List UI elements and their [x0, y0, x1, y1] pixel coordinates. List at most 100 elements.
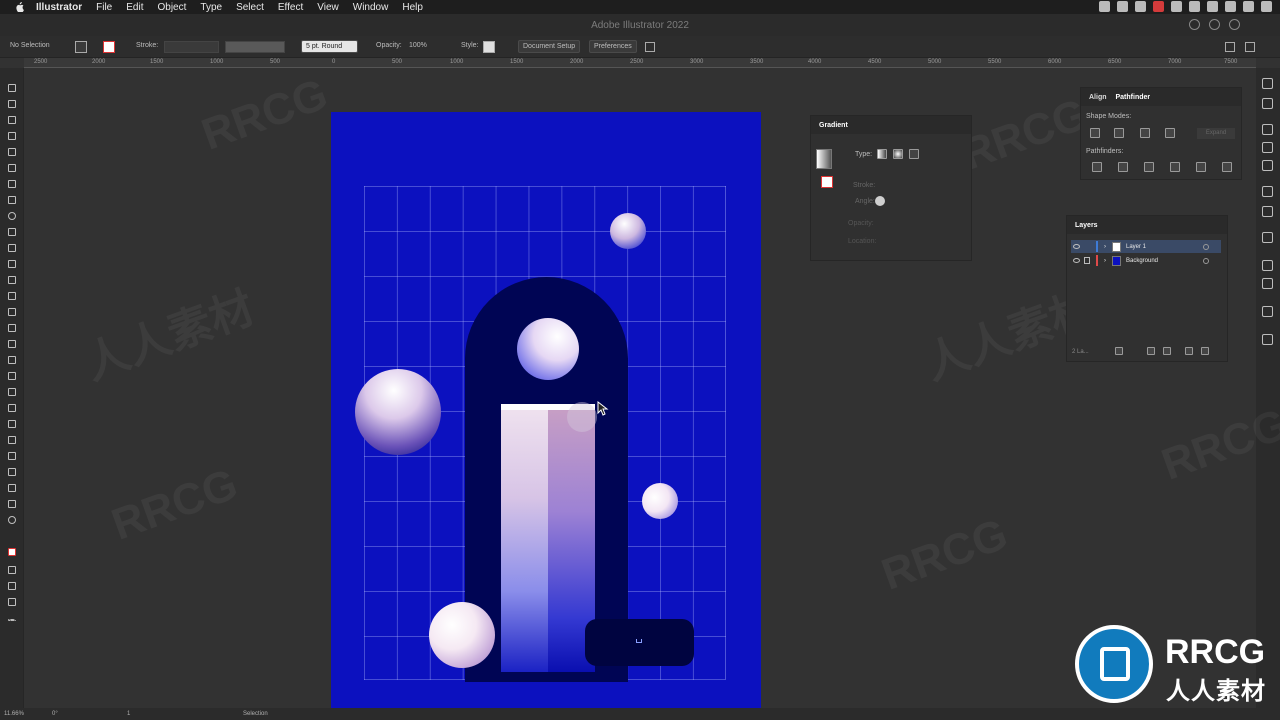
variable-width-field[interactable] [225, 41, 285, 53]
artboard[interactable] [331, 112, 761, 712]
lasso-tool-icon[interactable] [6, 130, 18, 142]
collect-export-icon[interactable] [1115, 347, 1123, 355]
menu-object[interactable]: Object [157, 2, 186, 13]
gradient-annotator-circle[interactable] [567, 402, 597, 432]
crop-icon[interactable] [1170, 162, 1180, 172]
menu-effect[interactable]: Effect [278, 2, 303, 13]
visibility-eye-icon[interactable] [1073, 244, 1080, 249]
zoom-level[interactable]: 11.66% [4, 711, 24, 717]
workspace-icon[interactable] [1229, 19, 1240, 30]
magic-wand-tool-icon[interactable] [6, 114, 18, 126]
layer-name[interactable]: Layer 1 [1126, 244, 1146, 250]
gradient-stop-swatch[interactable] [875, 196, 885, 206]
panel-menu-icon[interactable] [1245, 42, 1255, 52]
brushes-icon[interactable] [1262, 124, 1273, 135]
align-panel-icon[interactable] [1262, 306, 1273, 317]
keyboard-icon[interactable] [1189, 1, 1200, 12]
layers-panel-icon[interactable] [1262, 334, 1273, 345]
exclude-icon[interactable] [1165, 128, 1175, 138]
export-icon[interactable] [1262, 260, 1273, 271]
free-transform-tool-icon[interactable] [6, 322, 18, 334]
direct-selection-tool-icon[interactable] [6, 98, 18, 110]
pen-tool-icon[interactable] [6, 146, 18, 158]
sphere-bottom-left[interactable] [429, 602, 495, 668]
notification-icon[interactable] [1261, 1, 1272, 12]
drawing-mode-icon[interactable] [6, 580, 18, 592]
menu-window[interactable]: Window [353, 2, 389, 13]
expand-arrow-icon[interactable]: › [1104, 258, 1106, 264]
sphere-large-left[interactable] [355, 369, 441, 455]
preferences-button[interactable]: Preferences [589, 40, 637, 53]
type-tool-icon[interactable] [6, 178, 18, 190]
layer-row[interactable]: › Layer 1 [1071, 240, 1221, 253]
tab-align[interactable]: Align [1089, 94, 1107, 101]
shaper-tool-icon[interactable] [6, 242, 18, 254]
wifi-icon[interactable] [1207, 1, 1218, 12]
delete-layer-icon[interactable] [1201, 347, 1209, 355]
menu-edit[interactable]: Edit [126, 2, 143, 13]
visibility-eye-icon[interactable] [1073, 258, 1080, 263]
target-circle-icon[interactable] [1203, 257, 1209, 264]
align-icon[interactable] [1225, 42, 1235, 52]
rotate-tool-icon[interactable] [6, 274, 18, 286]
zoom-tool-icon[interactable] [6, 514, 18, 526]
eyedropper-tool-icon[interactable] [6, 402, 18, 414]
links-icon[interactable] [1262, 278, 1273, 289]
letter-stem-gradient-shape[interactable] [501, 404, 595, 672]
facetime-icon[interactable] [1099, 1, 1110, 12]
symbols-icon[interactable] [1262, 142, 1273, 153]
color-mode-icon[interactable] [6, 564, 18, 576]
target-circle-icon[interactable] [1203, 243, 1209, 250]
app-menu[interactable]: Illustrator [36, 2, 82, 13]
plus-icon[interactable] [1171, 1, 1182, 12]
stroke-icon[interactable] [1262, 186, 1273, 197]
divide-icon[interactable] [1092, 162, 1102, 172]
tab-pathfinder[interactable]: Pathfinder [1116, 94, 1151, 101]
properties-icon[interactable] [1262, 78, 1273, 89]
transform-icon[interactable] [1262, 232, 1273, 243]
screen-mode-icon[interactable] [6, 596, 18, 608]
ellipse-tool-icon[interactable] [6, 210, 18, 222]
red-app-icon[interactable] [1153, 1, 1164, 12]
gradient-slider-icon[interactable] [636, 639, 642, 643]
freeform-gradient-button[interactable] [909, 149, 919, 159]
paintbrush-tool-icon[interactable] [6, 226, 18, 238]
creative-cloud-icon[interactable] [1135, 1, 1146, 12]
rotation-value[interactable]: 0° [52, 711, 58, 717]
intersect-icon[interactable] [1140, 128, 1150, 138]
scale-tool-icon[interactable] [6, 290, 18, 302]
search-icon[interactable] [1209, 19, 1220, 30]
unite-icon[interactable] [1090, 128, 1100, 138]
eraser-tool-icon[interactable] [6, 258, 18, 270]
menu-type[interactable]: Type [200, 2, 222, 13]
radial-gradient-button[interactable] [893, 149, 903, 159]
sphere-in-arch[interactable] [517, 318, 579, 380]
perspective-grid-tool-icon[interactable] [6, 354, 18, 366]
layer-name[interactable]: Background [1126, 258, 1158, 264]
mesh-tool-icon[interactable] [6, 370, 18, 382]
appearance-icon[interactable] [1262, 206, 1273, 217]
line-tool-icon[interactable] [6, 194, 18, 206]
trim-icon[interactable] [1118, 162, 1128, 172]
libraries-icon[interactable] [1262, 98, 1273, 109]
locate-object-icon[interactable] [1147, 347, 1155, 355]
brush-definition[interactable]: 5 pt. Round [301, 40, 358, 53]
fill-stroke-icon[interactable] [6, 546, 18, 558]
merge-icon[interactable] [1144, 162, 1154, 172]
swatches-icon[interactable] [1262, 160, 1273, 171]
control-center-icon[interactable] [1243, 1, 1254, 12]
arrange-icon[interactable] [645, 42, 655, 52]
apple-icon[interactable] [12, 0, 26, 14]
slice-tool-icon[interactable] [6, 482, 18, 494]
outline-icon[interactable] [1196, 162, 1206, 172]
linear-gradient-button[interactable] [877, 149, 887, 159]
gradient-preview-swatch[interactable] [816, 149, 832, 169]
lock-icon[interactable] [1084, 257, 1090, 264]
home-icon[interactable] [1189, 19, 1200, 30]
sphere-top-right[interactable] [610, 213, 646, 249]
fill-stroke-mini-icon[interactable] [821, 176, 833, 188]
layer-row[interactable]: › Background [1071, 254, 1221, 267]
warp-tool-icon[interactable] [6, 306, 18, 318]
symbol-sprayer-tool-icon[interactable] [6, 434, 18, 446]
blend-tool-icon[interactable] [6, 418, 18, 430]
